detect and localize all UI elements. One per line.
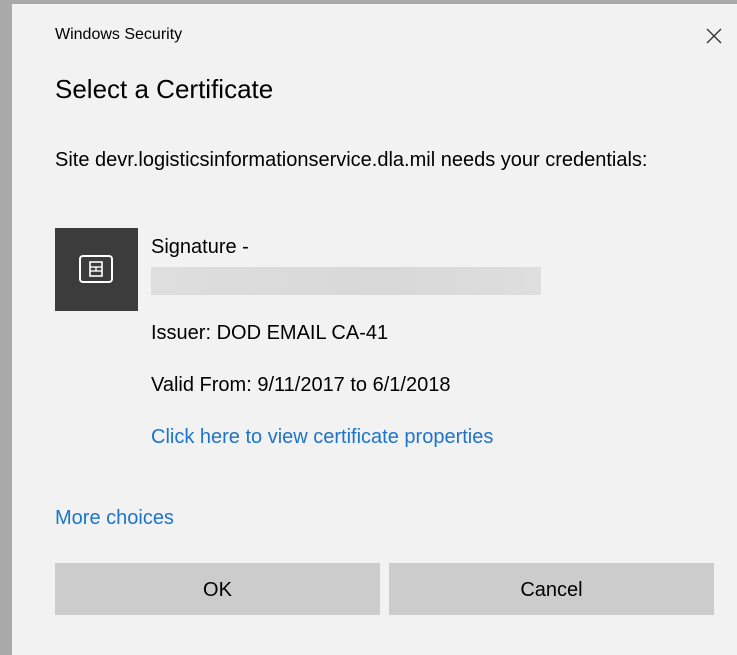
dialog-heading: Select a Certificate xyxy=(55,74,274,104)
title-bar: Windows Security xyxy=(12,4,737,60)
certificate-card-icon[interactable] xyxy=(55,228,138,311)
view-certificate-properties-link[interactable]: Click here to view certificate propertie… xyxy=(151,426,493,449)
certificate-name[interactable]: Signature - xyxy=(151,236,249,259)
certificate-issuer: Issuer: DOD EMAIL CA-41 xyxy=(151,322,389,344)
window-title: Windows Security xyxy=(55,26,183,43)
close-icon xyxy=(706,28,722,44)
redacted-certificate-subject xyxy=(151,267,541,295)
close-button[interactable] xyxy=(700,22,728,50)
cancel-button[interactable]: Cancel xyxy=(389,563,714,615)
more-choices-link[interactable]: More choices xyxy=(55,507,174,530)
smart-card-glyph xyxy=(79,255,113,283)
windows-security-dialog: Windows Security Select a Certificate Si… xyxy=(12,4,737,655)
credentials-message: Site devr.logisticsinformationservice.dl… xyxy=(55,149,648,171)
ok-button[interactable]: OK xyxy=(55,563,380,615)
certificate-validity: Valid From: 9/11/2017 to 6/1/2018 xyxy=(151,374,451,396)
